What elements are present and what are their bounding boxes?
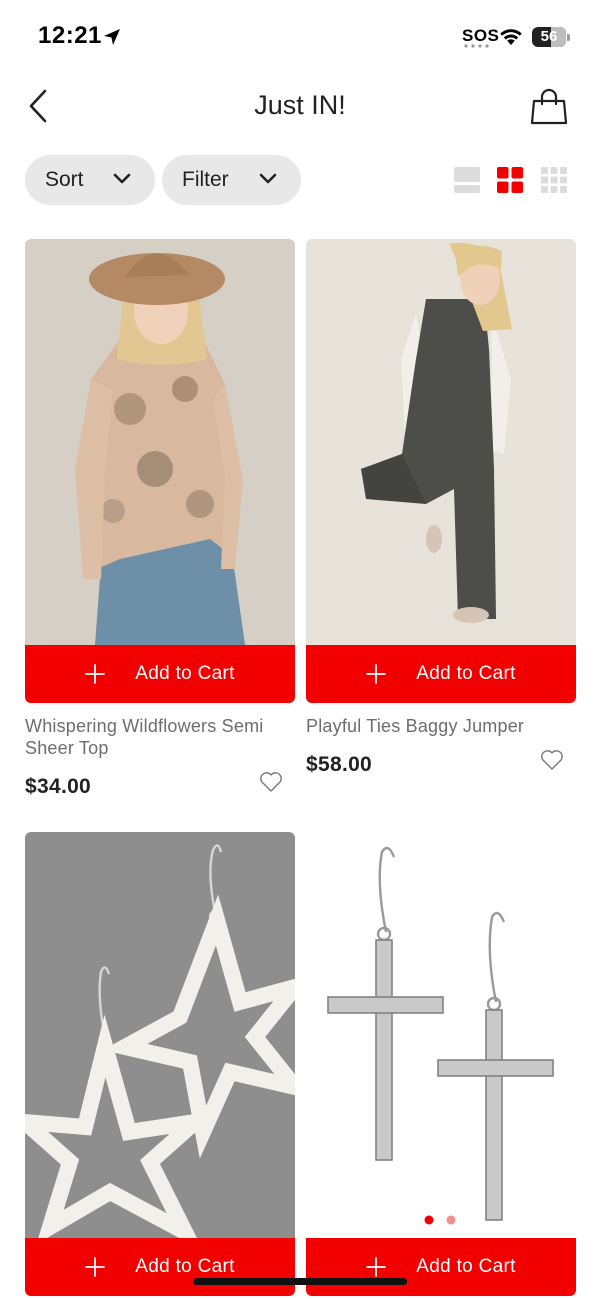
signal-dots-icon bbox=[464, 44, 489, 48]
product-price: $58.00 bbox=[306, 753, 373, 776]
filter-button[interactable]: Filter bbox=[162, 155, 301, 205]
home-indicator[interactable] bbox=[193, 1278, 407, 1285]
chevron-down-icon bbox=[259, 173, 277, 184]
page-dot-active bbox=[424, 1215, 434, 1225]
nav-header: Just IN! bbox=[0, 76, 600, 140]
chevron-down-icon bbox=[113, 173, 131, 184]
product-image[interactable] bbox=[25, 239, 295, 645]
product-name[interactable]: Whispering Wildflowers Semi Sheer Top bbox=[25, 715, 283, 759]
heart-icon[interactable] bbox=[540, 749, 564, 771]
add-to-cart-button[interactable]: Add to Cart bbox=[25, 1238, 295, 1296]
add-to-cart-button[interactable]: Add to Cart bbox=[25, 645, 295, 703]
grid-2-view-icon[interactable] bbox=[497, 167, 523, 193]
add-to-cart-label: Add to Cart bbox=[135, 663, 235, 684]
list-view-icon[interactable] bbox=[454, 167, 480, 193]
product-image[interactable] bbox=[306, 239, 576, 645]
filter-label: Filter bbox=[182, 168, 229, 191]
plus-icon bbox=[85, 664, 106, 684]
plus-icon bbox=[366, 664, 387, 684]
grid-3-view-icon[interactable] bbox=[541, 167, 567, 193]
plus-icon bbox=[85, 1257, 106, 1277]
battery-icon: 56 bbox=[532, 27, 570, 47]
plus-icon bbox=[366, 1257, 387, 1277]
sos-indicator: SOS bbox=[462, 26, 500, 45]
product-image[interactable] bbox=[25, 832, 295, 1238]
sort-label: Sort bbox=[45, 168, 84, 191]
status-time: 12:21 bbox=[38, 22, 102, 49]
shopping-bag-button[interactable] bbox=[526, 84, 572, 130]
toolbar: Sort Filter bbox=[0, 155, 600, 207]
heart-icon[interactable] bbox=[259, 771, 283, 793]
status-bar: 12:21 SOS 56 bbox=[0, 0, 600, 76]
location-arrow-icon bbox=[104, 29, 120, 45]
sort-button[interactable]: Sort bbox=[25, 155, 155, 205]
add-to-cart-label: Add to Cart bbox=[416, 1256, 516, 1277]
battery-level: 56 bbox=[540, 28, 558, 45]
page-dot bbox=[446, 1215, 456, 1225]
product-price: $34.00 bbox=[25, 775, 92, 798]
wifi-icon bbox=[500, 29, 522, 45]
shopping-bag-icon bbox=[530, 88, 568, 125]
add-to-cart-label: Add to Cart bbox=[135, 1256, 235, 1277]
add-to-cart-button[interactable]: Add to Cart bbox=[306, 1238, 576, 1296]
image-page-dots[interactable] bbox=[424, 1215, 464, 1225]
page-title: Just IN! bbox=[254, 90, 346, 120]
add-to-cart-label: Add to Cart bbox=[416, 663, 516, 684]
add-to-cart-button[interactable]: Add to Cart bbox=[306, 645, 576, 703]
product-image[interactable] bbox=[306, 832, 576, 1238]
product-name[interactable]: Playful Ties Baggy Jumper bbox=[306, 715, 564, 737]
